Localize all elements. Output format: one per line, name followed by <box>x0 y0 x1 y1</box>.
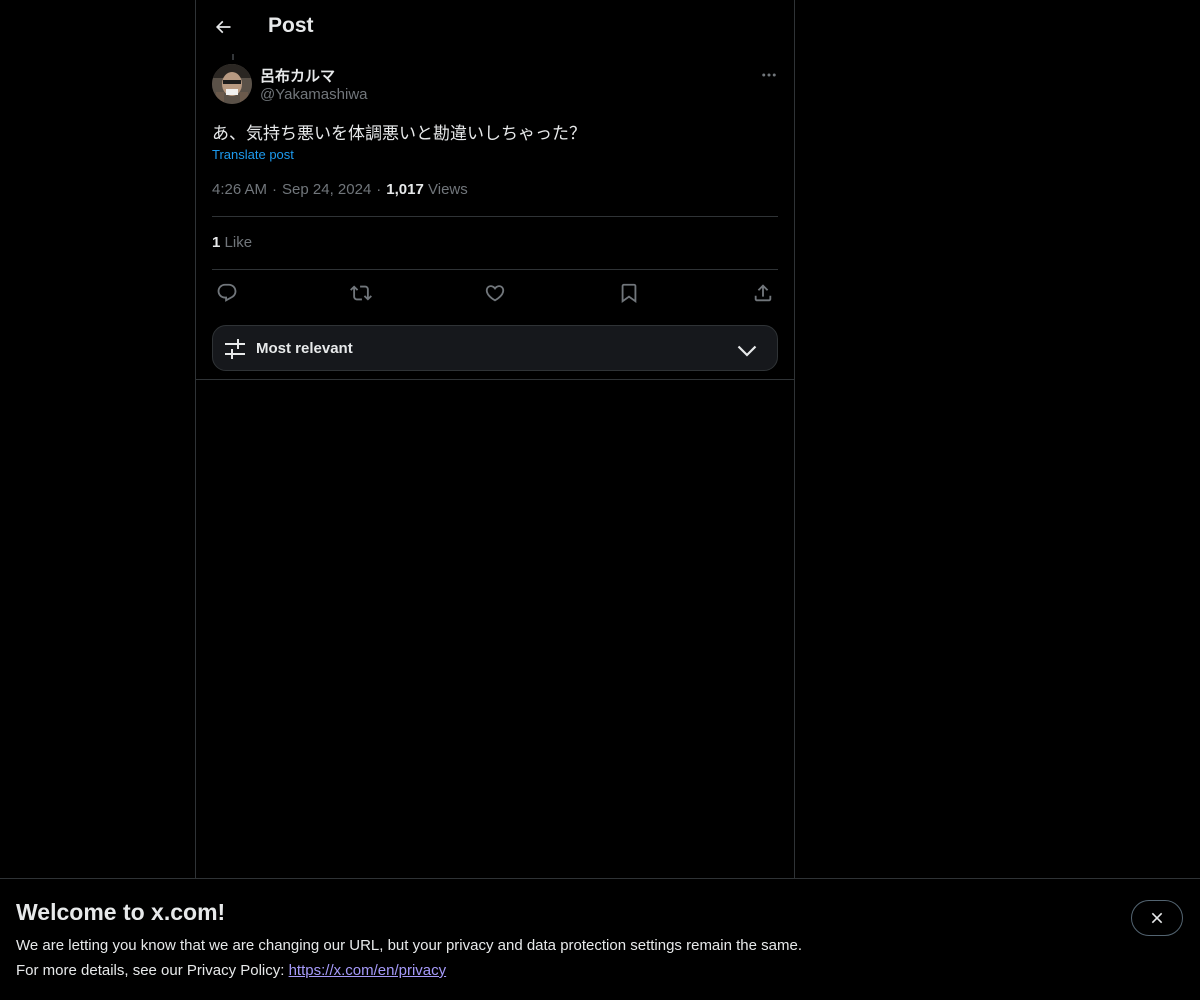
likes-count: 1 <box>212 234 221 251</box>
repost-button[interactable] <box>346 278 376 308</box>
thread-connector <box>232 54 234 60</box>
sliders-icon <box>223 337 247 361</box>
views-count: 1,017 <box>386 181 424 198</box>
reply-sort-dropdown[interactable]: Most relevant <box>212 325 778 371</box>
post-date[interactable]: Sep 24, 2024 <box>282 181 371 198</box>
chevron-down-icon <box>735 338 759 362</box>
avatar[interactable] <box>212 64 252 104</box>
page-title: Post <box>268 14 314 37</box>
author-display-name[interactable]: 呂布カルマ <box>260 65 335 86</box>
translate-post-link[interactable]: Translate post <box>212 147 294 162</box>
welcome-banner: Welcome to x.com! We are letting you kno… <box>0 878 1200 1000</box>
banner-title: Welcome to x.com! <box>16 899 226 925</box>
more-horizontal-icon <box>760 66 778 84</box>
likes-summary[interactable]: 1 Like <box>212 234 252 251</box>
close-banner-button[interactable] <box>1131 900 1183 936</box>
reply-button[interactable] <box>212 278 242 308</box>
share-icon <box>752 282 774 304</box>
likes-label: Like <box>224 234 253 251</box>
arrow-left-icon <box>213 17 233 37</box>
bookmark-button[interactable] <box>614 278 644 308</box>
author-handle[interactable]: @Yakamashiwa <box>260 86 368 103</box>
share-button[interactable] <box>748 278 778 308</box>
post-text: あ、気持ち悪いを体調悪いと勘違いしちゃった？ <box>212 124 586 144</box>
banner-privacy-line: For more details, see our Privacy Policy… <box>16 962 446 979</box>
heart-icon <box>484 282 506 304</box>
sort-label: Most relevant <box>256 340 353 357</box>
divider <box>196 379 794 380</box>
meta-separator: · <box>272 181 278 198</box>
reply-icon <box>216 282 238 304</box>
post-time[interactable]: 4:26 AM <box>212 181 267 198</box>
banner-privacy-prefix: For more details, see our Privacy Policy… <box>16 962 289 979</box>
divider <box>212 216 778 217</box>
more-options-button[interactable] <box>754 62 784 88</box>
bookmark-icon <box>618 282 640 304</box>
meta-separator: · <box>376 181 382 198</box>
back-button[interactable] <box>206 10 240 44</box>
privacy-policy-link[interactable]: https://x.com/en/privacy <box>289 962 447 979</box>
banner-message: We are letting you know that we are chan… <box>16 937 802 954</box>
repost-icon <box>350 282 372 304</box>
post-meta: 4:26 AM · Sep 24, 2024 · 1,017 Views <box>212 181 468 198</box>
views-label: Views <box>428 181 468 198</box>
like-button[interactable] <box>480 278 510 308</box>
page-header: Post <box>196 0 794 54</box>
action-bar <box>212 278 778 308</box>
close-icon <box>1149 910 1165 926</box>
divider <box>212 269 778 270</box>
post-column: Post 呂布カルマ @Yakamashiwa あ、気持ち悪いを体調悪いと勘違い… <box>195 0 795 880</box>
